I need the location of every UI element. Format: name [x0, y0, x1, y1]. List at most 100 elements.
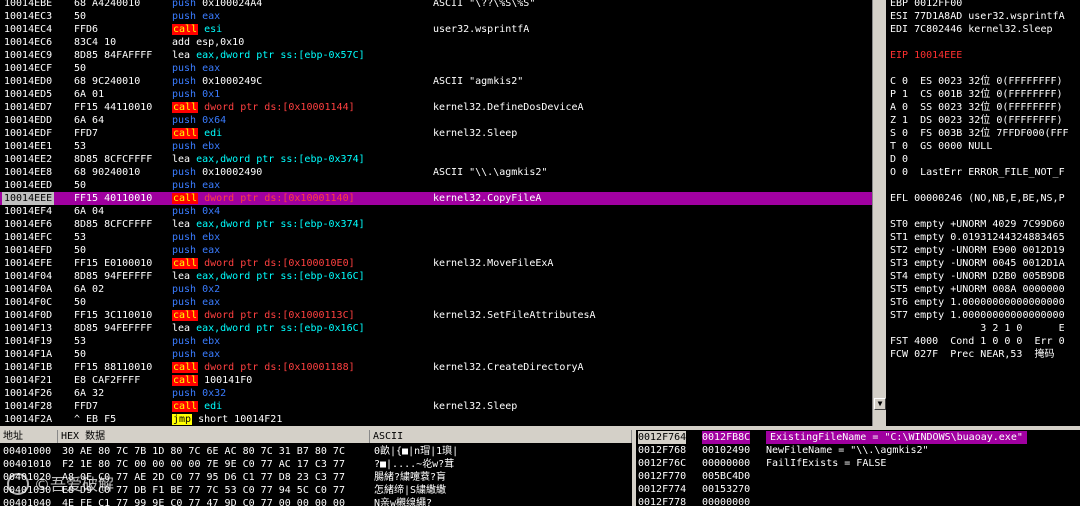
disasm-row[interactable]: 10014EEE FF15 40110010 call dword ptr ds:[0… — [0, 192, 872, 205]
dump-header-hex[interactable]: HEX 数据 — [58, 430, 370, 443]
dump-row[interactable]: 00401000 30 AE 80 7C 7B 1D 80 7C 6E AC 80… — [0, 445, 632, 458]
register-line[interactable]: P 1 CS 001B 32位 0(FFFFFFFF) — [890, 88, 1063, 101]
instruction-text: call 100141F0 — [172, 374, 252, 387]
disasm-row[interactable]: 10014EC6 83C4 10 add esp,0x10 — [0, 36, 872, 49]
disassembly-scrollbar[interactable]: ▼ — [872, 0, 887, 426]
instruction-operand: 0x4 — [202, 206, 221, 217]
register-line[interactable]: ST6 empty 1.00000000000000000 — [890, 296, 1065, 309]
disassembly-pane[interactable]: 10014EBE 68 A4240010 push 0x100024A4 ASCII "… — [0, 0, 872, 426]
instruction-bytes: FF15 44110010 — [74, 102, 153, 113]
register-line[interactable]: ST1 empty 0.01931244324883465 — [890, 231, 1065, 244]
disasm-row[interactable]: 10014EF6 8D85 8CFCFFFF lea eax,dword ptr ss… — [0, 218, 872, 231]
register-line[interactable]: ESI 77D1A8AD user32.wsprintfA — [890, 10, 1065, 23]
disasm-row[interactable]: 10014ED7 FF15 44110010 call dword ptr ds:[0… — [0, 101, 872, 114]
dump-row[interactable]: 00401010 F2 1E 80 7C 00 00 00 00 7E 9E C0… — [0, 458, 632, 471]
disasm-row[interactable]: 10014EDF FFD7 call edi kernel32.Sleep — [0, 127, 872, 140]
disasm-row[interactable]: 10014F1B FF15 88110010 call dword ptr ds:[0… — [0, 361, 872, 374]
stack-comment: FailIfExists = FALSE — [766, 458, 887, 469]
register-line[interactable]: FST 4000 Cond 1 0 0 0 Err 0 — [890, 335, 1065, 348]
disasm-row[interactable]: 10014F0D FF15 3C110010 call dword ptr ds:[0… — [0, 309, 872, 322]
hex-dump-pane[interactable]: 地址 HEX 数据 ASCII 00401000 30 AE 80 7C 7B 1… — [0, 430, 632, 506]
disasm-row[interactable]: 10014F2A ^ EB F5 jmp short 10014F21 — [0, 413, 872, 426]
instruction-mnemonic: lea — [172, 154, 191, 165]
instruction-text: call esi — [172, 23, 222, 36]
dump-row[interactable]: 00401020 A8 0E C0 77 AE 2D C0 77 95 D6 C1… — [0, 471, 632, 484]
instruction-address: 10014ED5 — [4, 89, 53, 100]
instruction-bytes: 50 — [74, 297, 87, 308]
disasm-row[interactable]: 10014EED 50 push eax — [0, 179, 872, 192]
disasm-row[interactable]: 10014EF4 6A 04 push 0x4 — [0, 205, 872, 218]
stack-row[interactable]: 0012F764 0012FB8C ExistingFileName = "C:\W… — [636, 431, 1080, 444]
register-line[interactable]: S 0 FS 003B 32位 7FFDF000(FFF — [890, 127, 1069, 140]
disasm-row[interactable]: 10014EFD 50 push eax — [0, 244, 872, 257]
disasm-row[interactable]: 10014EBE 68 A4240010 push 0x100024A4 ASCII "… — [0, 0, 872, 10]
disasm-row[interactable]: 10014EC4 FFD6 call esi user32.wsprintfA — [0, 23, 872, 36]
register-line[interactable]: ST0 empty +UNORM 4029 7C99D60 — [890, 218, 1065, 231]
stack-row[interactable]: 0012F774 00153270 — [636, 483, 1080, 496]
register-line[interactable]: C 0 ES 0023 32位 0(FFFFFFFF) — [890, 75, 1063, 88]
dump-row[interactable]: 00401040 4E FE C1 77 99 9E C0 77 47 9D C0… — [0, 497, 632, 506]
register-line[interactable]: 3 2 1 0 E — [890, 322, 1064, 335]
dump-row[interactable]: 00401030 E8 D9 C0 77 DB F1 BE 77 7C 53 C0… — [0, 484, 632, 497]
register-line[interactable]: T 0 GS 0000 NULL — [890, 140, 992, 153]
dump-ascii: 0畝|{■|n瑁|1璵| — [374, 446, 459, 457]
disasm-row[interactable]: 10014F0C 50 push eax — [0, 296, 872, 309]
stack-row[interactable]: 0012F770 005BC4D0 — [636, 470, 1080, 483]
disasm-row[interactable]: 10014EDD 6A 64 push 0x64 — [0, 114, 872, 127]
disasm-row[interactable]: 10014F21 E8 CAF2FFFF call 100141F0 — [0, 374, 872, 387]
instruction-mnemonic: push — [172, 11, 197, 22]
dump-header-ascii[interactable]: ASCII — [370, 430, 632, 443]
register-line[interactable]: O 0 LastErr ERROR_FILE_NOT_F — [890, 166, 1065, 179]
instruction-operand: eax — [202, 245, 221, 256]
register-line[interactable]: ST5 empty +UNORM 008A 0000000 — [890, 283, 1065, 296]
dump-header-address[interactable]: 地址 — [0, 430, 58, 443]
instruction-mnemonic: push — [172, 0, 197, 9]
register-line[interactable]: EDI 7C802446 kernel32.Sleep — [890, 23, 1053, 36]
register-line[interactable]: EIP 10014EEE — [890, 49, 962, 62]
instruction-comment: kernel32.CreateDirectoryA — [433, 362, 584, 373]
instruction-operand: dword ptr ds:[0x10001140] — [204, 193, 355, 204]
instruction-text: push eax — [172, 179, 220, 192]
disasm-row[interactable]: 10014ED5 6A 01 push 0x1 — [0, 88, 872, 101]
disasm-row[interactable]: 10014EC9 8D85 84FAFFFF lea eax,dword ptr ss… — [0, 49, 872, 62]
instruction-operand: 0x32 — [202, 388, 227, 399]
register-line[interactable]: ST4 empty -UNORM D2B0 005B9DB — [890, 270, 1065, 283]
disasm-row[interactable]: 10014EE1 53 push ebx — [0, 140, 872, 153]
stack-row[interactable]: 0012F76C 00000000 FailIfExists = FALSE — [636, 457, 1080, 470]
instruction-mnemonic: push — [172, 388, 197, 399]
disasm-row[interactable]: 10014F04 8D85 94FEFFFF lea eax,dword ptr ss… — [0, 270, 872, 283]
register-line[interactable]: ST2 empty -UNORM E900 0012D19 — [890, 244, 1065, 257]
disasm-row[interactable]: 10014EC3 50 push eax — [0, 10, 872, 23]
register-line[interactable]: EFL 00000246 (NO,NB,E,BE,NS,P — [890, 192, 1065, 205]
disasm-row[interactable]: 10014EFC 53 push ebx — [0, 231, 872, 244]
register-line[interactable]: D 0 — [890, 153, 908, 166]
instruction-bytes: E8 CAF2FFFF — [74, 375, 141, 386]
register-line[interactable]: Z 1 DS 0023 32位 0(FFFFFFFF) — [890, 114, 1063, 127]
register-line[interactable]: EBP 0012FF00 — [890, 0, 962, 10]
register-line[interactable]: FCW 027F Prec NEAR,53 掩码 — [890, 348, 1055, 361]
instruction-bytes: 6A 32 — [74, 388, 105, 399]
register-line[interactable]: ST3 empty -UNORM 0045 0012D1A — [890, 257, 1065, 270]
instruction-mnemonic: call — [172, 362, 199, 373]
instruction-operand: 100141F0 — [204, 375, 253, 386]
disasm-row[interactable]: 10014F26 6A 32 push 0x32 — [0, 387, 872, 400]
registers-pane[interactable]: EBP 0012FF00 ESI 77D1A8AD user32.wsprintf… — [886, 0, 1080, 426]
stack-row[interactable]: 0012F768 00102490 NewFileName = "\\.\agmki… — [636, 444, 1080, 457]
disasm-row[interactable]: 10014F19 53 push ebx — [0, 335, 872, 348]
disasm-row[interactable]: 10014F13 8D85 94FEFFFF lea eax,dword ptr ss… — [0, 322, 872, 335]
disasm-row[interactable]: 10014F1A 50 push eax — [0, 348, 872, 361]
disasm-row[interactable]: 10014ED0 68 9C240010 push 0x1000249C ASCII "… — [0, 75, 872, 88]
scroll-down-arrow-icon[interactable]: ▼ — [874, 398, 886, 410]
instruction-address: 10014ED0 — [4, 76, 53, 87]
disasm-row[interactable]: 10014ECF 50 push eax — [0, 62, 872, 75]
stack-pane[interactable]: 0012F764 0012FB8C ExistingFileName = "C:\W… — [636, 430, 1080, 506]
disasm-row[interactable]: 10014F0A 6A 02 push 0x2 — [0, 283, 872, 296]
instruction-mnemonic: push — [172, 206, 197, 217]
disasm-row[interactable]: 10014EFE FF15 E0100010 call dword ptr ds:[0… — [0, 257, 872, 270]
stack-row[interactable]: 0012F778 00000000 — [636, 496, 1080, 506]
register-line[interactable]: ST7 empty 1.00000000000000000 — [890, 309, 1065, 322]
disasm-row[interactable]: 10014EE2 8D85 8CFCFFFF lea eax,dword ptr ss… — [0, 153, 872, 166]
disasm-row[interactable]: 10014EE8 68 90240010 push 0x10002490 ASCII "… — [0, 166, 872, 179]
register-line[interactable]: A 0 SS 0023 32位 0(FFFFFFFF) — [890, 101, 1063, 114]
disasm-row[interactable]: 10014F28 FFD7 call edi kernel32.Sleep — [0, 400, 872, 413]
